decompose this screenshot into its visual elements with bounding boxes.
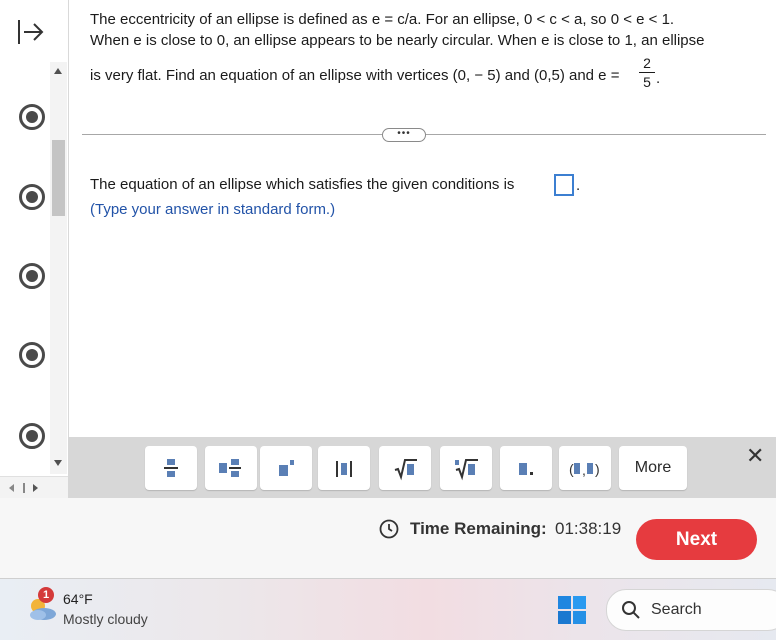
math-toolbar: ( , ) More ✕ xyxy=(68,437,776,498)
question-radio-4[interactable] xyxy=(19,342,45,368)
decimal-button[interactable] xyxy=(500,446,552,490)
question-nav-rail xyxy=(0,0,69,499)
collapse-arrow-icon[interactable] xyxy=(16,18,46,46)
svg-text:): ) xyxy=(595,461,600,477)
answer-period: . xyxy=(576,177,581,194)
time-remaining-label: Time Remaining: xyxy=(410,519,547,538)
answer-prompt: The equation of an ellipse which satisfi… xyxy=(90,176,515,193)
mixed-number-button[interactable] xyxy=(205,446,257,490)
next-button[interactable]: Next xyxy=(636,519,757,560)
square-root-button[interactable] xyxy=(379,446,431,490)
question-radio-5[interactable] xyxy=(19,423,45,449)
windows-taskbar: 1 64°F Mostly cloudy Search xyxy=(0,579,776,640)
scroll-down-arrow-icon[interactable] xyxy=(54,460,62,466)
question-radio-1[interactable] xyxy=(19,104,45,130)
close-toolbar-icon[interactable]: ✕ xyxy=(746,443,764,469)
search-label: Search xyxy=(651,601,702,618)
fraction-numerator: 2 xyxy=(643,55,651,71)
fraction-denominator: 5 xyxy=(643,74,651,90)
nth-root-icon xyxy=(455,459,478,481)
notification-badge: 1 xyxy=(38,587,54,603)
scroll-up-arrow-icon[interactable] xyxy=(54,68,62,74)
taskbar-search-box[interactable]: Search xyxy=(606,589,776,631)
more-button[interactable]: More xyxy=(619,446,687,490)
question-line-3: is very flat. Find an equation of an ell… xyxy=(90,67,620,84)
exponent-icon xyxy=(279,460,294,476)
fraction-icon xyxy=(164,459,178,477)
scroll-thumb[interactable] xyxy=(52,140,65,216)
exponent-button[interactable] xyxy=(260,446,312,490)
search-icon xyxy=(622,601,640,619)
absolute-value-icon xyxy=(336,461,352,477)
time-remaining-value: 01:38:19 xyxy=(555,519,622,538)
question-radio-2[interactable] xyxy=(19,184,45,210)
question-radio-3[interactable] xyxy=(19,263,45,289)
ordered-pair-button[interactable]: ( , ) xyxy=(559,446,611,490)
expand-more-button[interactable]: ••• xyxy=(382,128,426,142)
fraction-period: . xyxy=(656,70,661,87)
horizontal-scrollbar[interactable] xyxy=(0,476,68,499)
svg-text:(: ( xyxy=(569,461,574,477)
square-root-icon xyxy=(394,459,417,481)
ordered-pair-icon: ( , ) xyxy=(569,461,600,478)
svg-text:,: , xyxy=(582,462,586,478)
weather-temperature[interactable]: 64°F xyxy=(63,591,93,607)
nth-root-button[interactable] xyxy=(440,446,492,490)
horizontal-scroll-arrows-icon[interactable] xyxy=(6,482,46,494)
question-line-2: When e is close to 0, an ellipse appears… xyxy=(90,32,705,49)
windows-start-icon[interactable] xyxy=(558,596,586,624)
clock-icon xyxy=(379,519,399,539)
question-line-1: The eccentricity of an ellipse is define… xyxy=(90,11,675,28)
eccentricity-fraction: 2 5 xyxy=(637,55,657,90)
mixed-number-icon xyxy=(219,459,241,477)
answer-input[interactable] xyxy=(554,174,574,196)
decimal-icon xyxy=(519,463,533,475)
footer-bar: Time Remaining: 01:38:19 Next xyxy=(0,498,776,579)
fraction-button[interactable] xyxy=(145,446,197,490)
answer-hint: (Type your answer in standard form.) xyxy=(90,201,336,218)
vertical-scrollbar[interactable] xyxy=(50,62,67,474)
absolute-value-button[interactable] xyxy=(318,446,370,490)
weather-condition[interactable]: Mostly cloudy xyxy=(63,611,148,627)
